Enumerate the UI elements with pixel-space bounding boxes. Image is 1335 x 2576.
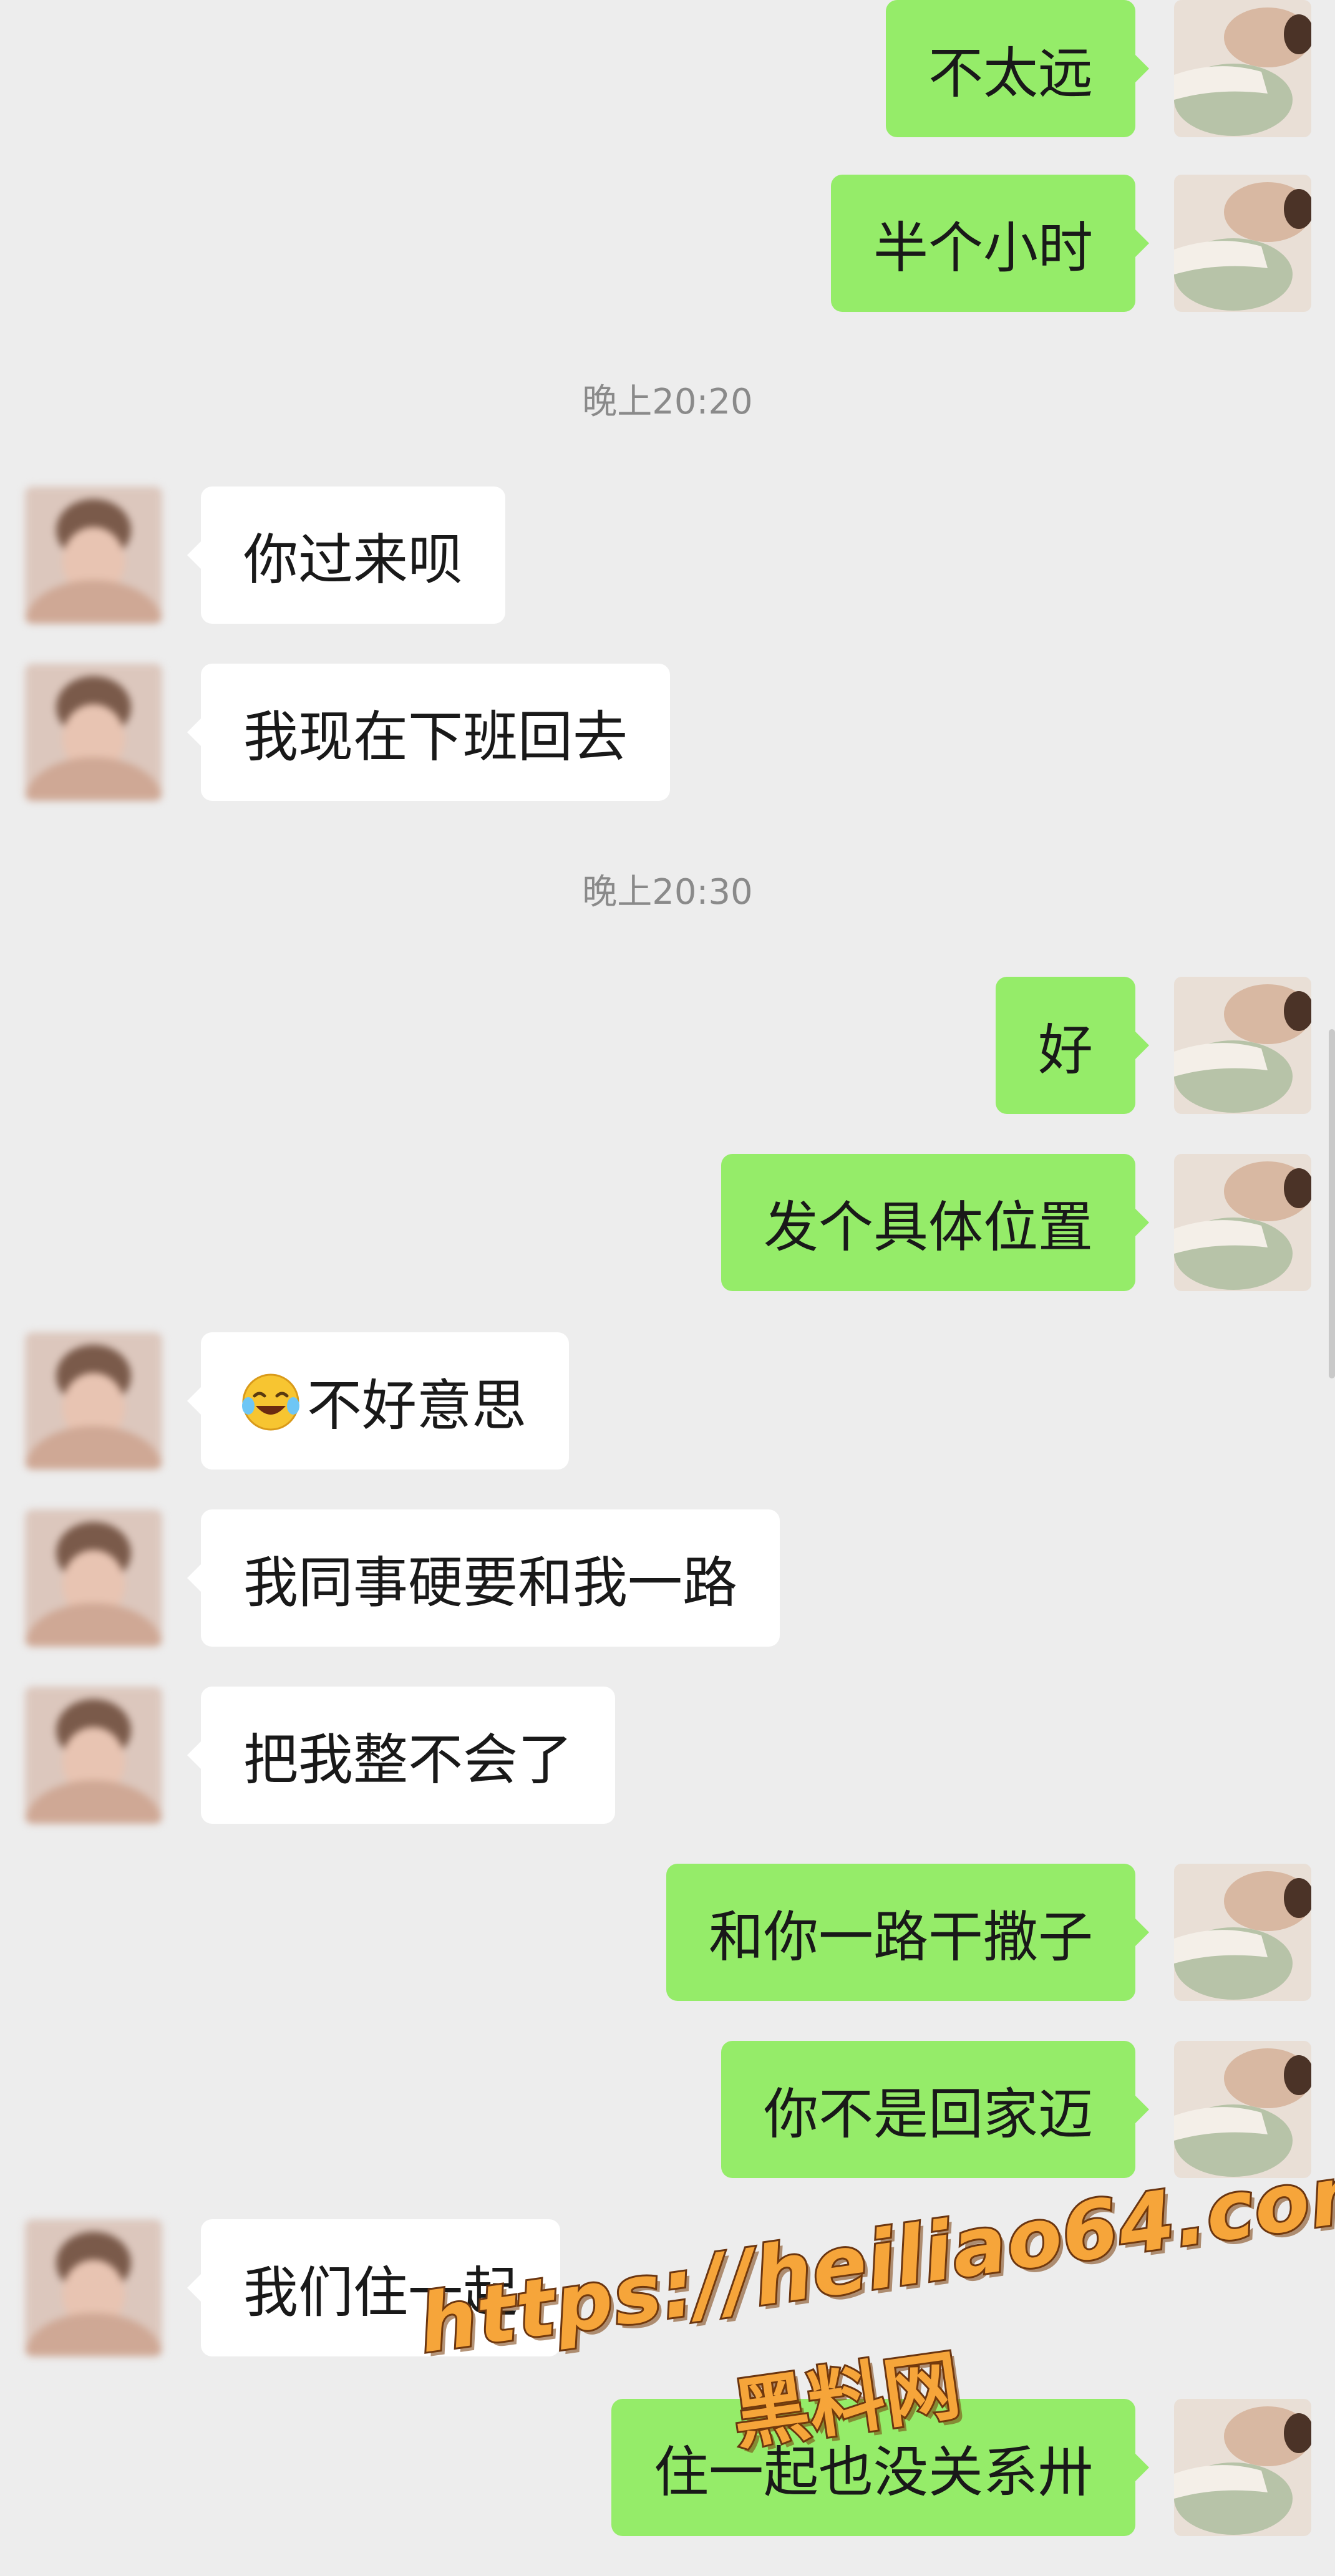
message-bubble-incoming[interactable]: 把我整不会了 [187, 1687, 616, 1824]
avatar-image [1174, 1864, 1311, 2001]
message-bubble-outgoing[interactable]: 好 [995, 977, 1150, 1114]
avatar-contact[interactable] [25, 1687, 162, 1824]
message-text: 不好意思 [307, 1373, 527, 1438]
message-bubble-incoming[interactable]: 你过来呗 [187, 487, 506, 624]
message-text: 和你一路干撒子 [708, 1904, 1093, 1969]
message-text: 发个具体位置 [763, 1194, 1093, 1259]
timestamp: 晚上20:20 [582, 382, 753, 422]
laugh-cry-emoji-icon [242, 1373, 299, 1431]
message-bubble-outgoing[interactable]: 和你一路干撒子 [666, 1864, 1150, 2001]
avatar-image [25, 1509, 162, 1647]
avatar-image [25, 2219, 162, 2356]
message-bubble-outgoing[interactable]: 发个具体位置 [721, 1154, 1150, 1291]
message-text: 我现在下班回去 [243, 704, 628, 769]
message-bubble-incoming[interactable]: 我同事硬要和我一路 [187, 1509, 780, 1647]
message-bubble-incoming[interactable]: 我们住一起 [187, 2219, 561, 2356]
avatar-image [1174, 2399, 1311, 2536]
avatar-image [25, 664, 162, 801]
message-bubble-outgoing[interactable]: 不太远 [885, 0, 1150, 137]
message-text: 我们住一起 [243, 2260, 518, 2325]
message-text: 不太远 [928, 41, 1093, 105]
avatar-contact[interactable] [25, 487, 162, 624]
avatar-self[interactable] [1174, 175, 1311, 312]
message-bubble-outgoing[interactable]: 住一起也没关系卅 [611, 2399, 1150, 2536]
message-text: 住一起也没关系卅 [653, 2439, 1093, 2504]
message-text: 你过来呗 [243, 527, 464, 592]
message-text: 半个小时 [873, 215, 1093, 280]
avatar-contact[interactable] [25, 1509, 162, 1647]
avatar-image [1174, 1154, 1311, 1291]
avatar-contact[interactable] [25, 664, 162, 801]
avatar-image [1174, 2041, 1311, 2178]
avatar-image [25, 1687, 162, 1824]
avatar-contact[interactable] [25, 1332, 162, 1470]
timestamp: 晚上20:30 [582, 872, 753, 913]
message-text: 好 [1037, 1017, 1093, 1082]
avatar-self[interactable] [1174, 977, 1311, 1114]
chat-message-list[interactable]: 不太远 半个小时 晚上20:20 你过来呗 我现在下班回去 晚上20:30 好 … [0, 0, 1335, 2555]
avatar-image [1174, 0, 1311, 137]
avatar-self[interactable] [1174, 0, 1311, 137]
avatar-image [1174, 977, 1311, 1114]
avatar-contact[interactable] [25, 2219, 162, 2356]
message-text: 把我整不会了 [243, 1727, 573, 1792]
avatar-self[interactable] [1174, 1864, 1311, 2001]
message-text: 你不是回家迈 [763, 2081, 1093, 2146]
message-bubble-outgoing[interactable]: 你不是回家迈 [721, 2041, 1150, 2178]
message-text: 我同事硬要和我一路 [243, 1550, 738, 1615]
avatar-image [25, 487, 162, 624]
avatar-self[interactable] [1174, 2041, 1311, 2178]
avatar-image [1174, 175, 1311, 312]
message-bubble-incoming[interactable]: 不好意思 [187, 1332, 570, 1470]
scrollbar[interactable] [1329, 1029, 1335, 1378]
avatar-image [25, 1332, 162, 1470]
message-bubble-incoming[interactable]: 我现在下班回去 [187, 664, 671, 801]
avatar-self[interactable] [1174, 1154, 1311, 1291]
avatar-self[interactable] [1174, 2399, 1311, 2536]
message-bubble-outgoing[interactable]: 半个小时 [830, 175, 1150, 312]
